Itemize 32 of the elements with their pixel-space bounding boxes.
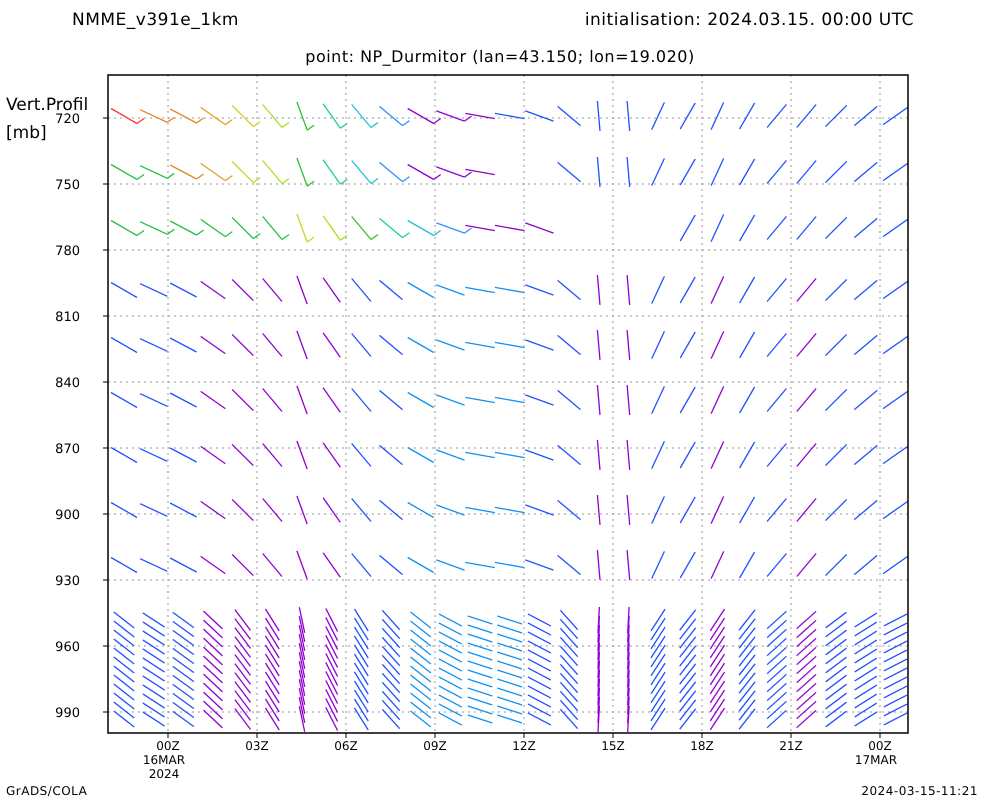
x-tick-label: 03Z [245, 739, 269, 753]
x-tick-date: 16MAR [142, 753, 186, 767]
tick-mark [256, 732, 258, 738]
initialisation-time: initialisation: 2024.03.15. 00:00 UTC [584, 10, 914, 30]
x-tick-label: 18Z [690, 739, 714, 753]
y-tick-label: 780 [55, 244, 80, 259]
y-tick-label: 900 [55, 508, 80, 523]
x-tick-label: 09Z [423, 739, 447, 753]
y-tick-label: 870 [55, 442, 80, 457]
y-tick-label: 840 [55, 376, 80, 391]
y-tick-label: 750 [55, 178, 80, 193]
tick-mark [790, 732, 792, 738]
x-tick-label: 00Z [868, 739, 892, 753]
x-tick-label: 00Z [156, 739, 180, 753]
timestamp: 2024-03-15-11:21 [861, 784, 978, 798]
y-tick-label: 990 [55, 706, 80, 721]
x-tick-label: 15Z [601, 739, 625, 753]
x-tick-label: 12Z [512, 739, 536, 753]
x-tick-label: 06Z [334, 739, 358, 753]
model-title: NMME_v391e_1km [72, 10, 239, 30]
x-tick-label: 21Z [779, 739, 803, 753]
y-axis-label: [mb] [6, 123, 47, 143]
y-tick-label: 720 [55, 112, 80, 127]
y-tick-label: 930 [55, 574, 80, 589]
software-credit: GrADS/COLA [6, 784, 88, 798]
point-title: point: NP_Durmitor (lan=43.150; lon=19.020) [305, 46, 695, 66]
x-tick-date: 2024 [148, 767, 180, 781]
y-tick-label: 960 [55, 640, 80, 655]
tick-mark [612, 732, 614, 738]
y-tick-label: 810 [55, 310, 80, 325]
tick-mark [434, 732, 436, 738]
x-tick-date: 17MAR [854, 753, 898, 767]
